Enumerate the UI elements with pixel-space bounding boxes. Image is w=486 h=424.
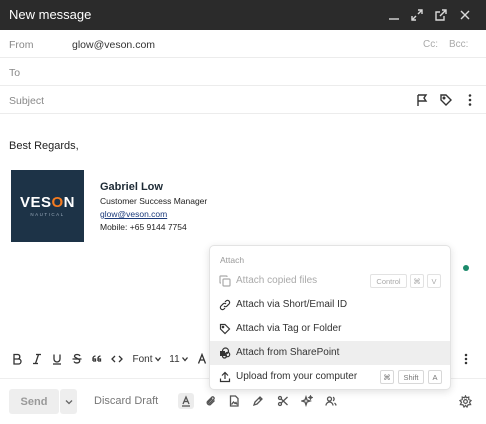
expand-icon[interactable]: [409, 7, 425, 23]
strikethrough-button[interactable]: [69, 351, 85, 367]
paperclip-icon[interactable]: [203, 393, 219, 409]
more-formatting-icon[interactable]: [459, 351, 473, 367]
chevron-down-icon: [181, 357, 188, 362]
settings-gear-icon[interactable]: [457, 393, 473, 409]
subject-row[interactable]: Subject: [0, 86, 486, 114]
link-icon: [219, 299, 231, 311]
font-dropdown[interactable]: Font: [131, 351, 163, 367]
font-size-dropdown[interactable]: 11: [168, 351, 190, 367]
bold-button[interactable]: [9, 351, 25, 367]
chevron-down-icon: [154, 357, 161, 362]
send-options-button[interactable]: [60, 389, 77, 414]
shortcut-key: ⌘: [380, 370, 394, 384]
code-icon[interactable]: [109, 351, 125, 367]
attach-menu: Attach Attach copied files Control ⌘ V A…: [209, 245, 451, 390]
shortcut-key: ⌘: [410, 274, 424, 288]
text-color-icon[interactable]: [195, 351, 209, 367]
signature-email-link[interactable]: glow@veson.com: [100, 209, 167, 219]
shortcut-key: V: [427, 274, 441, 288]
from-row: From glow@veson.com Cc: Bcc:: [0, 30, 486, 58]
menu-item-attach-from-sharepoint[interactable]: Attach from SharePoint: [210, 341, 450, 365]
shortcut-key: Control: [370, 274, 407, 288]
underline-button[interactable]: [49, 351, 65, 367]
to-label: To: [9, 67, 21, 79]
tag-icon[interactable]: [439, 93, 453, 107]
italic-button[interactable]: [29, 351, 45, 367]
signature-name: Gabriel Low: [100, 181, 163, 193]
to-row[interactable]: To: [0, 58, 486, 86]
bcc-button[interactable]: Bcc:: [449, 39, 468, 50]
menu-item-upload-from-computer[interactable]: Upload from your computer ⌘ Shift A: [210, 365, 450, 389]
window-title: New message: [9, 7, 92, 22]
greeting-text: Best Regards,: [9, 140, 79, 152]
minimize-icon[interactable]: [386, 7, 402, 23]
copy-icon: [219, 275, 231, 287]
shortcut-key: Shift: [398, 370, 424, 384]
signature-title: Customer Success Manager: [100, 196, 208, 206]
menu-item-attach-via-short-email-id[interactable]: Attach via Short/Email ID: [210, 293, 450, 317]
close-icon[interactable]: [457, 7, 473, 23]
menu-item-attach-copied-files[interactable]: Attach copied files Control ⌘ V: [210, 269, 450, 293]
from-label: From: [9, 39, 34, 51]
popout-icon[interactable]: [433, 7, 449, 23]
signature-mobile: Mobile: +65 9144 7754: [100, 222, 187, 232]
formatting-toggle-icon[interactable]: [178, 393, 194, 409]
window-titlebar: New message: [0, 0, 486, 30]
shortcut-key: A: [428, 370, 442, 384]
quote-icon[interactable]: [89, 351, 105, 367]
from-value[interactable]: glow@veson.com: [72, 39, 155, 51]
flag-icon[interactable]: [415, 93, 429, 107]
signature-pen-icon[interactable]: [250, 393, 266, 409]
veson-logo: VESON NAUTICAL: [11, 170, 84, 242]
attach-menu-header: Attach: [220, 255, 245, 265]
menu-item-attach-via-tag-or-folder[interactable]: Attach via Tag or Folder: [210, 317, 450, 341]
image-icon[interactable]: [226, 393, 242, 409]
contacts-icon[interactable]: [323, 393, 339, 409]
send-button[interactable]: Send: [9, 389, 59, 414]
cc-button[interactable]: Cc:: [423, 39, 438, 50]
subject-label: Subject: [9, 95, 45, 107]
chevron-down-icon: [65, 399, 72, 404]
ai-sparkle-icon[interactable]: [299, 393, 315, 409]
upload-icon: [219, 371, 231, 383]
sharepoint-icon: [219, 347, 231, 359]
scissors-icon[interactable]: [275, 393, 291, 409]
discard-draft-button[interactable]: Discard Draft: [94, 395, 158, 407]
tag-icon: [219, 323, 231, 335]
status-indicator: [463, 265, 469, 271]
more-options-icon[interactable]: [463, 93, 477, 107]
